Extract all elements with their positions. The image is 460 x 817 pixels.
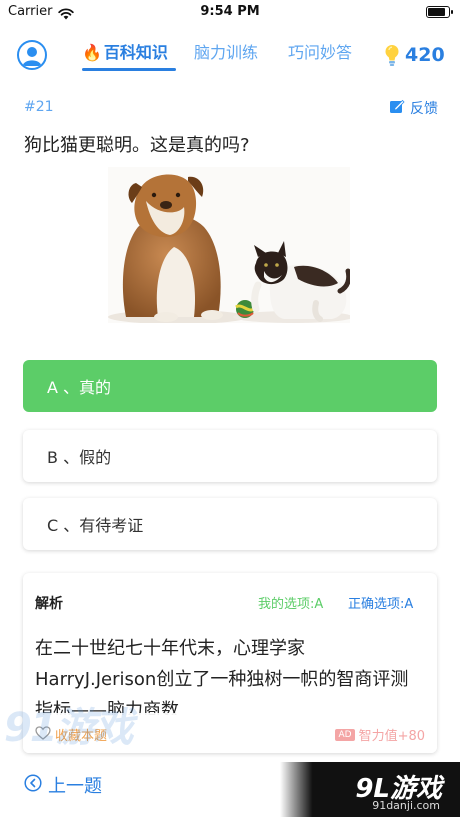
profile-avatar-icon[interactable]	[17, 40, 47, 70]
option-b-button[interactable]: B 、假的	[23, 430, 437, 482]
option-c-button[interactable]: C 、有待考证	[23, 498, 437, 550]
lightbulb-icon	[383, 43, 401, 71]
tab-label: 百科知识	[103, 43, 168, 62]
clock: 9:54 PM	[200, 4, 260, 19]
feedback-button[interactable]: 反馈	[389, 98, 438, 118]
ad-badge: AD	[335, 728, 355, 741]
top-navigation: 🔥 百科知识 脑力训练 巧问妙答 420	[0, 30, 460, 78]
tab-encyclopedia[interactable]: 🔥 百科知识	[82, 39, 168, 63]
question-number: #21	[24, 99, 54, 115]
battery-icon	[426, 6, 453, 18]
option-label: C 、有待考证	[47, 516, 144, 535]
previous-question-button[interactable]: 上一题	[24, 772, 102, 798]
analysis-title: 解析	[35, 596, 63, 612]
edit-icon	[389, 98, 405, 118]
option-label: A 、真的	[47, 378, 112, 397]
correct-choice-label: 正确选项:A	[348, 597, 414, 612]
fire-icon: 🔥	[82, 43, 102, 62]
active-tab-indicator	[82, 68, 176, 71]
chevron-left-circle-icon	[24, 773, 42, 797]
previous-question-label: 上一题	[48, 776, 102, 797]
ad-reward-button[interactable]: AD 智力值+80	[335, 725, 425, 744]
feedback-label: 反馈	[410, 101, 438, 117]
tab-clever-answers[interactable]: 巧问妙答	[288, 39, 352, 63]
tab-label: 脑力训练	[194, 43, 259, 62]
points-counter: 420	[405, 44, 445, 66]
my-choice-label: 我的选项:A	[258, 597, 324, 612]
bulldog-and-kitten-photo	[108, 167, 353, 324]
status-bar: Carrier 9:54 PM	[0, 0, 460, 26]
question-text: 狗比猫更聪明。这是真的吗?	[24, 135, 250, 156]
reward-label: 智力值+80	[358, 729, 425, 744]
watermark-url: 91danji.com	[372, 799, 440, 812]
tab-label: 巧问妙答	[288, 43, 353, 62]
option-a-button[interactable]: A 、真的	[23, 360, 437, 412]
tab-brain-training[interactable]: 脑力训练	[194, 39, 258, 63]
option-label: B 、假的	[47, 448, 112, 467]
watermark-left: 91游戏	[4, 705, 134, 751]
watermark-right: 9L游戏 91danji.com	[280, 762, 460, 817]
